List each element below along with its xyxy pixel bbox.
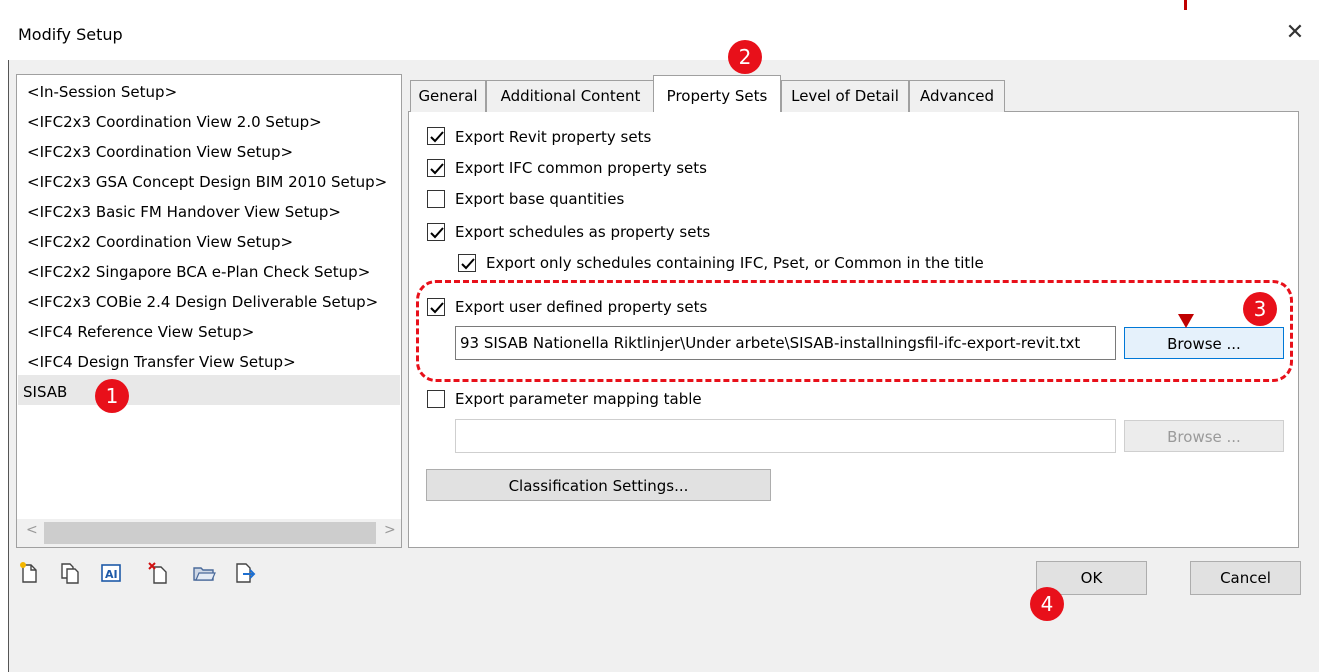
- classification-settings-button[interactable]: Classification Settings...: [426, 469, 771, 501]
- setup-item-ifc2x3-fm[interactable]: <IFC2x3 Basic FM Handover View Setup>: [27, 203, 341, 221]
- svg-text:AI: AI: [105, 568, 118, 581]
- checkbox-param-mapping[interactable]: [427, 390, 445, 408]
- annotation-badge-1: 1: [95, 379, 129, 413]
- duplicate-setup-icon[interactable]: [58, 561, 82, 585]
- label-revit-psets: Export Revit property sets: [455, 128, 652, 146]
- setup-item-ifc2x3-cv[interactable]: <IFC2x3 Coordination View Setup>: [27, 143, 293, 161]
- export-setup-icon[interactable]: [233, 561, 257, 585]
- scroll-right-icon[interactable]: >: [384, 522, 396, 538]
- user-defined-psets-path-input[interactable]: 93 SISAB Nationella Riktlinjer\Under arb…: [455, 326, 1116, 360]
- checkmark-icon: [430, 302, 444, 314]
- setup-list[interactable]: <In-Session Setup> <IFC2x3 Coordination …: [16, 74, 402, 548]
- annotation-badge-2: 2: [728, 40, 762, 74]
- checkbox-base-quantities[interactable]: [427, 190, 445, 208]
- checkmark-icon: [461, 258, 475, 270]
- label-user-defined-psets: Export user defined property sets: [455, 298, 708, 316]
- tab-general[interactable]: General: [410, 80, 486, 112]
- tab-additional-content[interactable]: Additional Content: [486, 80, 655, 112]
- setup-item-ifc2x2-bca[interactable]: <IFC2x2 Singapore BCA e-Plan Check Setup…: [27, 263, 370, 281]
- checkbox-revit-psets[interactable]: [427, 127, 445, 145]
- new-setup-icon[interactable]: [18, 561, 42, 585]
- close-icon[interactable]: ✕: [1282, 20, 1308, 46]
- checkbox-user-defined-psets[interactable]: [427, 298, 445, 316]
- setup-item-ifc4-rv[interactable]: <IFC4 Reference View Setup>: [27, 323, 254, 341]
- dialog-title: Modify Setup: [18, 25, 123, 44]
- tab-advanced[interactable]: Advanced: [909, 80, 1005, 112]
- setup-selection-highlight: [18, 375, 400, 405]
- setup-item-ifc2x2-cv[interactable]: <IFC2x2 Coordination View Setup>: [27, 233, 293, 251]
- setup-item-ifc2x3-gsa[interactable]: <IFC2x3 GSA Concept Design BIM 2010 Setu…: [27, 173, 387, 191]
- browse-user-defined-button[interactable]: Browse ...: [1124, 327, 1284, 359]
- param-mapping-path-input[interactable]: [455, 419, 1116, 453]
- setup-item-ifc2x3-cv2[interactable]: <IFC2x3 Coordination View 2.0 Setup>: [27, 113, 322, 131]
- setup-item-ifc4-dtv[interactable]: <IFC4 Design Transfer View Setup>: [27, 353, 296, 371]
- label-ifc-common-psets: Export IFC common property sets: [455, 159, 707, 177]
- checkbox-schedules-psets[interactable]: [427, 223, 445, 241]
- browse-param-mapping-button[interactable]: Browse ...: [1124, 420, 1284, 452]
- import-setup-icon[interactable]: [192, 561, 216, 585]
- checkbox-schedules-filter[interactable]: [458, 254, 476, 272]
- label-schedules-filter: Export only schedules containing IFC, Ps…: [486, 254, 984, 272]
- annotation-arrow-head: [1178, 314, 1194, 328]
- annotation-badge-3: 3: [1243, 292, 1277, 326]
- delete-setup-icon[interactable]: [147, 561, 171, 585]
- checkmark-icon: [430, 163, 444, 175]
- annotation-badge-4: 4: [1030, 587, 1064, 621]
- tab-property-sets[interactable]: Property Sets: [653, 75, 781, 112]
- tab-level-of-detail[interactable]: Level of Detail: [781, 80, 909, 112]
- checkmark-icon: [430, 227, 444, 239]
- setup-item-ifc2x3-cobie[interactable]: <IFC2x3 COBie 2.4 Design Deliverable Set…: [27, 293, 378, 311]
- scroll-left-icon[interactable]: <: [26, 522, 38, 538]
- hscroll-thumb[interactable]: [44, 522, 376, 544]
- label-schedules-psets: Export schedules as property sets: [455, 223, 711, 241]
- label-base-quantities: Export base quantities: [455, 190, 625, 208]
- rename-setup-icon[interactable]: AI: [99, 561, 123, 585]
- checkmark-icon: [430, 131, 444, 143]
- cancel-button[interactable]: Cancel: [1190, 561, 1301, 595]
- setup-item-in-session[interactable]: <In-Session Setup>: [27, 83, 177, 101]
- title-bar: [8, 10, 1319, 60]
- label-param-mapping: Export parameter mapping table: [455, 390, 702, 408]
- setup-item-sisab[interactable]: SISAB: [23, 383, 67, 401]
- checkbox-ifc-common-psets[interactable]: [427, 159, 445, 177]
